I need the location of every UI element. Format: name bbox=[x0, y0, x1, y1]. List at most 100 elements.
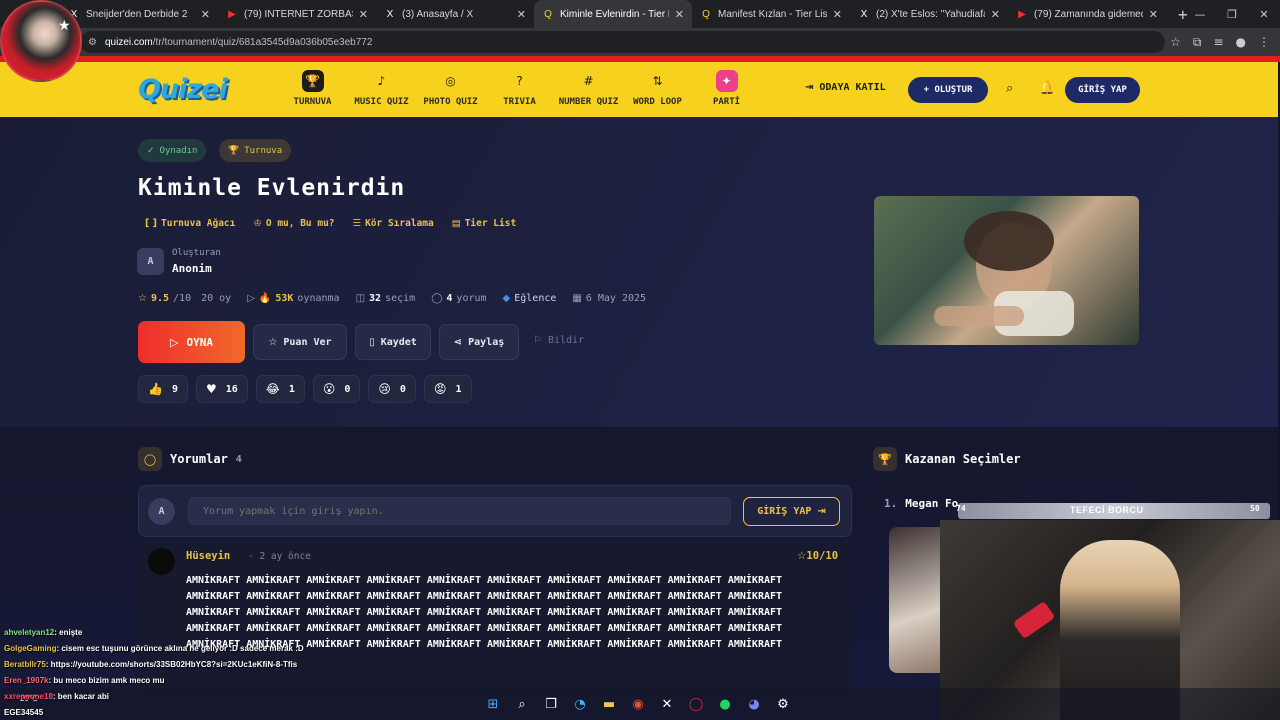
browser-tab[interactable]: ▶ (79) Zamanında gidemedik - Yo ✕ bbox=[1008, 0, 1166, 28]
winner-item[interactable]: 1. Megan Fo bbox=[884, 497, 958, 510]
quizei-logo[interactable]: Quizei bbox=[138, 74, 228, 105]
media-icon[interactable]: ≡ bbox=[1213, 35, 1223, 49]
quizei-icon: Q bbox=[702, 8, 710, 20]
spotify-icon[interactable]: ● bbox=[715, 694, 735, 714]
tab-close-icon[interactable]: ✕ bbox=[1149, 8, 1158, 21]
browser-tab[interactable]: Q Kiminle Evlenirdin - Tier List | Kö ✕ bbox=[534, 0, 692, 28]
plays-label: oynanma bbox=[297, 293, 340, 304]
question-icon: ? bbox=[516, 74, 523, 88]
star-outline-icon: ☆ bbox=[268, 336, 278, 348]
browser-tab[interactable]: X Sneijder'den Derbide 2 ✕ bbox=[60, 0, 218, 28]
game-mode-link[interactable]: ▤ Tier List bbox=[452, 218, 516, 229]
play-button[interactable]: ▷ OYNA bbox=[138, 321, 245, 363]
reaction-button[interactable]: 👍 9 bbox=[138, 375, 188, 403]
category-stat[interactable]: ◆ Eğlence bbox=[503, 293, 557, 304]
chat-user: GolgeGaming bbox=[4, 644, 57, 653]
nav-label: PARTİ bbox=[712, 97, 741, 107]
winner-thumbnail[interactable] bbox=[889, 527, 947, 673]
browser-menu-icon[interactable]: ⋮ bbox=[1258, 35, 1270, 49]
profile-icon[interactable]: ● bbox=[1236, 35, 1246, 49]
main-nav: 🏆 TURNUVA ♪ MUSIC QUIZ ◎ PHOTO QUIZ? TRIVIA # NU… bbox=[278, 70, 761, 107]
edge-icon[interactable]: ◔ bbox=[570, 694, 590, 714]
report-button[interactable]: ⚐ Bildir bbox=[533, 335, 584, 346]
game-mode-link[interactable]: ☰ Kör Sıralama bbox=[353, 218, 434, 229]
tab-close-icon[interactable]: ✕ bbox=[359, 8, 368, 21]
login-button[interactable]: GİRİŞ YAP bbox=[1065, 77, 1140, 103]
browser-tab[interactable]: X (2) X'te Eslos: "Yahudiafan dayal ✕ bbox=[850, 0, 1008, 28]
stream-chat: ahveletyan12: enişte GolgeGaming: cisem e… bbox=[4, 625, 304, 720]
nav-item[interactable]: ✦ PARTİ bbox=[692, 70, 761, 107]
crown-icon: ♔ bbox=[253, 218, 262, 229]
tab-close-icon[interactable]: ✕ bbox=[517, 8, 526, 21]
game-mode-link[interactable]: [ ] Turnuva Ağacı bbox=[145, 218, 235, 229]
tab-close-icon[interactable]: ✕ bbox=[675, 8, 684, 21]
bookmark-star-icon[interactable]: ☆ bbox=[1170, 35, 1181, 49]
creator-name[interactable]: Anonim bbox=[172, 262, 212, 275]
reaction-button[interactable]: 😡 1 bbox=[423, 375, 472, 403]
browser-tab[interactable]: ▶ (79) İNTERNET ZORBASINA SO ✕ bbox=[218, 0, 376, 28]
tab-title: (2) X'te Eslos: "Yahudiafan dayal bbox=[876, 8, 985, 20]
browser-tab[interactable]: X (3) Anasayfa / X ✕ bbox=[376, 0, 534, 28]
comment-time: · 2 ay önce bbox=[248, 551, 311, 562]
quizei-icon: Q bbox=[544, 8, 552, 20]
reaction-count: 0 bbox=[344, 383, 351, 395]
x-app-icon[interactable]: ✕ bbox=[657, 694, 677, 714]
share-button[interactable]: ⋖ Paylaş bbox=[439, 324, 519, 360]
chat-text: : enişte bbox=[54, 628, 83, 637]
tab-title: Sneijder'den Derbide 2 bbox=[86, 8, 188, 20]
start-icon[interactable]: ⊞ bbox=[483, 694, 503, 714]
url-field[interactable]: ⚙ quizei.com/tr/tournament/quiz/681a3545… bbox=[80, 31, 1165, 53]
extensions-icon[interactable]: ⧉ bbox=[1193, 35, 1202, 50]
nav-item[interactable]: ? TRIVIA bbox=[485, 70, 554, 107]
folder-icon[interactable]: ▬ bbox=[599, 694, 619, 714]
search-icon[interactable]: ⌕ bbox=[1006, 81, 1013, 96]
share-label: Paylaş bbox=[468, 336, 505, 348]
chat-text: : https://youtube.com/shorts/33SB02HbYC8… bbox=[45, 660, 298, 669]
category-icon: ◆ bbox=[502, 293, 511, 304]
rating-star-icon: ☆ bbox=[797, 550, 807, 562]
settings-icon[interactable]: ⚙ bbox=[773, 694, 793, 714]
tab-close-icon[interactable]: ✕ bbox=[991, 8, 1000, 21]
close-window-button[interactable]: ✕ bbox=[1248, 8, 1280, 21]
comment-input[interactable] bbox=[188, 497, 731, 525]
game-mode-link[interactable]: ♔ O mu, Bu mu? bbox=[253, 218, 334, 229]
reaction-button[interactable]: 😂 1 bbox=[255, 375, 305, 403]
site-info-icon[interactable]: ⚙ bbox=[88, 37, 97, 48]
tab-close-icon[interactable]: ✕ bbox=[833, 8, 842, 21]
comment-login-button[interactable]: GİRİŞ YAP ⇥ bbox=[743, 497, 840, 526]
reaction-button[interactable]: ♥ 16 bbox=[195, 375, 248, 403]
laugh-icon: 😂 bbox=[265, 382, 280, 396]
address-bar: ↻ ⚙ quizei.com/tr/tournament/quiz/681a35… bbox=[0, 28, 1280, 56]
save-button[interactable]: ▯ Kaydet bbox=[355, 324, 431, 360]
chrome-icon[interactable]: ◉ bbox=[628, 694, 648, 714]
rate-button[interactable]: ☆ Puan Ver bbox=[253, 324, 347, 360]
commenter-name[interactable]: Hüseyin bbox=[186, 550, 230, 562]
discord-icon[interactable]: ◕ bbox=[744, 694, 764, 714]
nav-item[interactable]: 🏆 TURNUVA bbox=[278, 70, 347, 107]
minimize-button[interactable]: — bbox=[1184, 8, 1216, 21]
bell-icon[interactable]: 🔔 bbox=[1039, 81, 1055, 96]
reaction-button[interactable]: 😮 0 bbox=[312, 375, 361, 403]
comments-label: yorum bbox=[456, 293, 487, 304]
join-room-link[interactable]: ⇥ ODAYA KATIL bbox=[805, 82, 886, 93]
winner-name: Megan Fo bbox=[905, 497, 959, 510]
nav-item[interactable]: ⇅ WORD LOOP bbox=[623, 70, 692, 107]
tab-close-icon[interactable]: ✕ bbox=[201, 8, 210, 21]
reaction-count: 16 bbox=[225, 383, 238, 395]
trophy-icon: 🏆 bbox=[301, 70, 324, 92]
maximize-button[interactable]: ❐ bbox=[1216, 8, 1248, 21]
create-button[interactable]: + OLUŞTUR bbox=[908, 77, 988, 103]
browser-tab[interactable]: Q Manifest Kızlan - Tier List | Kör ✕ bbox=[692, 0, 850, 28]
comments-header: ◯ Yorumlar 4 bbox=[138, 447, 242, 471]
search-taskbar-icon[interactable]: ⌕ bbox=[512, 694, 532, 714]
nav-item[interactable]: ♪ MUSIC QUIZ bbox=[347, 70, 416, 107]
nav-item[interactable]: # NUMBER QUIZ bbox=[554, 70, 623, 107]
reaction-button[interactable]: 😢 0 bbox=[368, 375, 416, 403]
comments-stat: ◯ 4 yorum bbox=[431, 293, 486, 304]
fire-icon: 🔥 bbox=[258, 293, 272, 304]
tab-title: Kiminle Evlenirdin - Tier List | Kö bbox=[560, 8, 669, 20]
opera-icon[interactable]: ◯ bbox=[686, 694, 706, 714]
task-view-icon[interactable]: ❐ bbox=[541, 694, 561, 714]
nav-item[interactable]: ◎ PHOTO QUIZ bbox=[416, 70, 485, 107]
camera-icon: ◎ bbox=[445, 74, 456, 88]
